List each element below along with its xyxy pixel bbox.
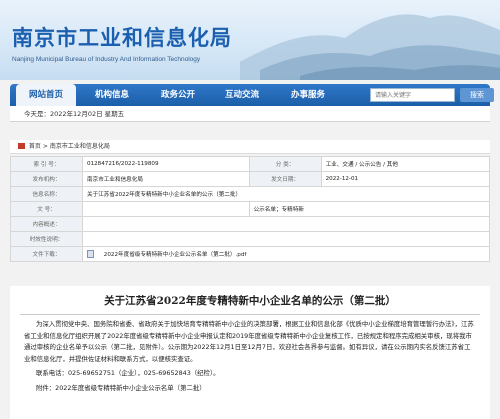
meta-validity-label: 时效性说明： — [10, 231, 83, 247]
meta-index-value: 012847216/2022-119809 — [82, 156, 250, 172]
pdf-file-icon — [87, 250, 94, 258]
meta-docno-value — [82, 201, 250, 217]
article-title: 关于江苏省2022年度专精特新中小企业名单的公示（第二批） — [104, 295, 396, 307]
home-icon — [18, 143, 25, 149]
title-divider — [20, 314, 480, 315]
meta-keywords: 公示名单；专精特新 — [248, 201, 491, 217]
nav-item-services[interactable]: 办事服务 — [276, 84, 340, 106]
site-title: 南京市工业和信息化局 — [12, 25, 232, 50]
site-banner: 南京市工业和信息化局 Nanjing Municipal Bureau of I… — [0, 0, 500, 80]
search-button[interactable]: 搜索 — [460, 88, 494, 102]
meta-category-value: 工业、交通 / 公示公告 / 其他 — [320, 156, 491, 172]
meta-index-label: 索 引 号： — [10, 156, 83, 172]
article: 关于江苏省2022年度专精特新中小企业名单的公示（第二批） 为深入贯彻党中央、国… — [10, 286, 490, 419]
meta-publisher-value: 南京市工业和信息化局 — [82, 171, 250, 187]
meta-date-value: 2022-12-01 — [320, 171, 491, 187]
article-attachment: 附件：2022年度省级专精特新中小企业公示名单（第二批） — [36, 383, 206, 392]
meta-docno-label: 文 号： — [10, 201, 83, 217]
search-input[interactable] — [370, 88, 455, 102]
nav-item-government-affairs[interactable]: 政务公开 — [146, 84, 210, 106]
meta-name-value: 关于江苏省2022年度专精特新中小企业名单的公示（第二批） — [82, 186, 490, 202]
attachment-download-link[interactable]: 2022年度省级专精特新中小企业公示名单（第二批）.pdf — [104, 252, 247, 258]
date-line: 今天是：2022年12月02日 星期五 — [10, 106, 490, 122]
article-body: 为深入贯彻党中央、国务院和省委、省政府关于加快培育专精特新中小企业的决策部署，根… — [24, 320, 474, 363]
site-subtitle: Nanjing Municipal Bureau of Industry And… — [12, 56, 201, 63]
breadcrumb-separator: > — [42, 143, 48, 150]
meta-summary-value — [82, 216, 490, 232]
breadcrumb-current[interactable]: 南京市工业和信息化局 — [50, 143, 110, 150]
meta-date-label: 发文日期： — [248, 171, 322, 187]
meta-validity-value — [82, 231, 490, 247]
meta-attach-cell: 2022年度省级专精特新中小企业公示名单（第二批）.pdf — [82, 246, 490, 262]
main-nav: 网站首页 机构信息 政务公开 互动交流 办事服务 搜索 — [10, 84, 494, 106]
nav-item-organization[interactable]: 机构信息 — [80, 84, 144, 106]
meta-category-label: 分 类： — [248, 156, 322, 172]
breadcrumb-home[interactable]: 首页 — [29, 143, 41, 150]
nav-item-home[interactable]: 网站首页 — [16, 84, 76, 106]
meta-summary-label: 内容概述： — [10, 216, 83, 232]
meta-publisher-label: 发布机构： — [10, 171, 83, 187]
nav-item-interaction[interactable]: 互动交流 — [210, 84, 274, 106]
article-contact: 联系电话：025-69652751（企业），025-69652843（纪检）。 — [36, 369, 220, 377]
meta-name-label: 信息名称： — [10, 186, 83, 202]
mountain-landscape-image — [240, 14, 500, 80]
breadcrumb: 首页 > 南京市工业和信息化局 — [10, 140, 490, 154]
meta-attach-label: 文件下载： — [10, 246, 83, 262]
document-meta-table: 索 引 号： 012847216/2022-119809 分 类： 工业、交通 … — [10, 156, 491, 262]
